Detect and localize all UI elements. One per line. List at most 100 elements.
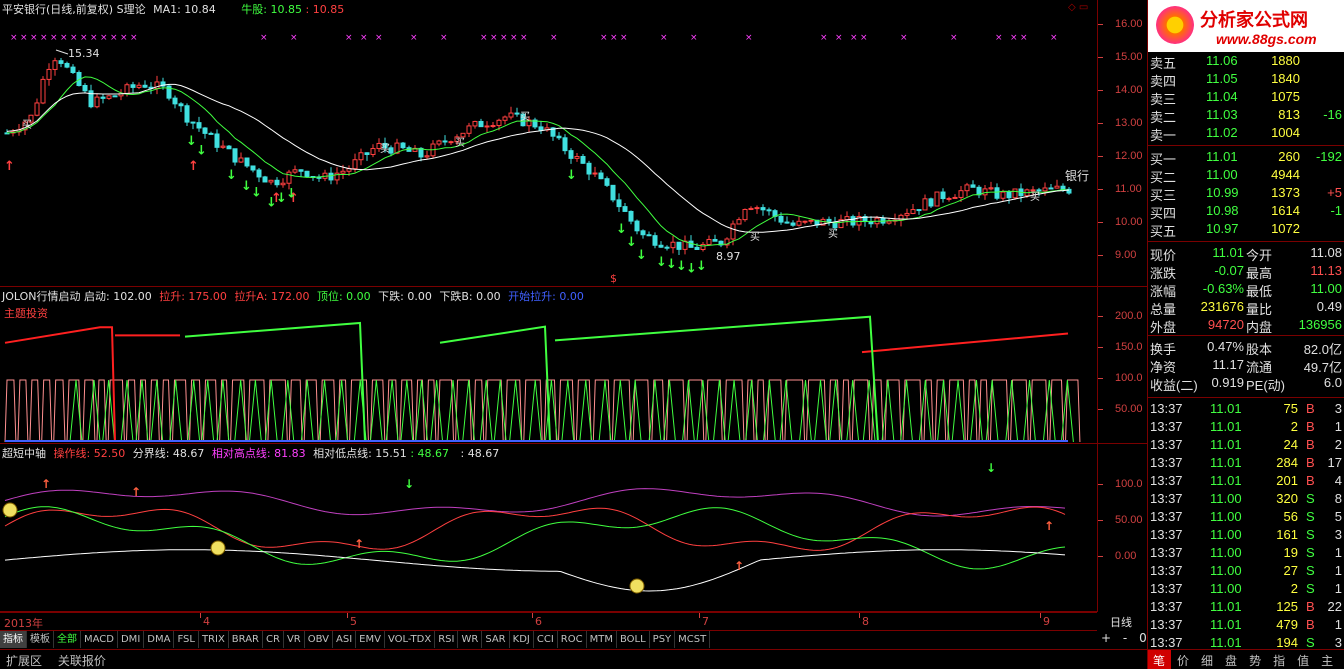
zoom-reset-button[interactable]: 0 bbox=[1139, 631, 1147, 645]
extension-area-tab[interactable]: 扩展区 bbox=[0, 650, 48, 669]
short-v1: : 48.67 bbox=[410, 447, 450, 460]
jolon-chart[interactable] bbox=[0, 287, 1097, 444]
indicator-tab[interactable]: MTM bbox=[587, 631, 617, 648]
tick-time: 13:37 bbox=[1150, 437, 1183, 452]
indicator-tab[interactable]: DMI bbox=[118, 631, 145, 648]
tick-time: 13:37 bbox=[1150, 635, 1183, 650]
book-chg: -1 bbox=[1330, 203, 1342, 218]
bid-row: 买四 10.98 1614 -1 bbox=[1148, 202, 1344, 221]
quote-value: 11.13 bbox=[1310, 263, 1342, 278]
window-icons[interactable]: ◇ ▭ bbox=[1068, 2, 1088, 13]
down-arrow-icon: ↓ bbox=[196, 143, 207, 158]
candle-body bbox=[910, 209, 916, 214]
indicator-tab[interactable]: TRIX bbox=[199, 631, 229, 648]
indicator-tab[interactable]: FSL bbox=[174, 631, 199, 648]
candle-body bbox=[292, 169, 298, 173]
zoom-controls[interactable]: + - 0 bbox=[1098, 631, 1147, 645]
month-label: 6 bbox=[535, 615, 542, 628]
indicator-tab[interactable]: 模板 bbox=[27, 631, 54, 648]
month-label: 4 bbox=[203, 615, 210, 628]
indicator-tab[interactable]: RSI bbox=[435, 631, 459, 648]
marker-x-icon: × bbox=[345, 33, 353, 43]
short-title: 超短中轴 bbox=[2, 447, 46, 460]
candle-body bbox=[778, 215, 784, 223]
quote-label: 外盘 bbox=[1150, 320, 1177, 335]
price-tick-label: 12.00 bbox=[1115, 150, 1143, 162]
indicator-tab[interactable]: CR bbox=[263, 631, 284, 648]
candle-body bbox=[352, 159, 358, 170]
tick-price: 11.01 bbox=[1210, 617, 1242, 632]
quote-value: 11.08 bbox=[1310, 245, 1342, 260]
indicator-tab[interactable]: BOLL bbox=[617, 631, 650, 648]
indicator-tab[interactable]: 指标 bbox=[0, 631, 27, 648]
indicator-tab[interactable]: MCST bbox=[675, 631, 711, 648]
indicator-tab[interactable]: MACD bbox=[81, 631, 118, 648]
tick-vol: 161 bbox=[1276, 527, 1298, 542]
marker-x-icon: × bbox=[70, 33, 78, 43]
zoom-out-button[interactable]: - bbox=[1123, 631, 1127, 645]
smiley-icon bbox=[2, 502, 18, 518]
price-tick-label: 13.00 bbox=[1115, 117, 1143, 129]
jolon-top: 顶位: 0.00 bbox=[316, 290, 371, 303]
indicator-tab[interactable]: VOL-TDX bbox=[385, 631, 436, 648]
indicator-tab[interactable]: BRAR bbox=[229, 631, 263, 648]
candle-body bbox=[256, 169, 262, 178]
bid-row: 买五 10.97 1072 bbox=[1148, 220, 1344, 239]
indicator-tab[interactable]: DMA bbox=[144, 631, 175, 648]
tick-vol: 19 bbox=[1283, 545, 1298, 560]
indicator-tab[interactable]: PSY bbox=[650, 631, 676, 648]
book-vol: 1614 bbox=[1271, 203, 1300, 218]
candle-body bbox=[844, 216, 850, 221]
jolon-header: JOLON行情启动 启动: 102.00 拉升: 175.00 拉升A: 172… bbox=[2, 288, 584, 304]
candle-body bbox=[424, 155, 430, 158]
month-tick bbox=[859, 613, 860, 618]
tick-time: 13:37 bbox=[1150, 545, 1183, 560]
price-chart[interactable]: × × × × × × × × × × × × × × × × × × × × × × × × × × × × × × × × × × × × × × × ×… bbox=[0, 0, 1097, 287]
up-arrow-icon: ↑ bbox=[131, 485, 141, 499]
flower-icon bbox=[1156, 6, 1194, 44]
candle-body bbox=[58, 60, 64, 64]
short-axis-chart[interactable]: ↑ ↑ ↑ ↑ ↑ ↓ ↓ bbox=[0, 444, 1097, 612]
indicator-tabs[interactable]: 指标 模板 全部 MACD DMI DMA FSL TRIX BRAR CR VR OBV ASI EMV… bbox=[0, 630, 1097, 648]
related-quotes-tab[interactable]: 关联报价 bbox=[52, 650, 112, 669]
indicator-tab[interactable]: VR bbox=[284, 631, 305, 648]
book-vol: 813 bbox=[1278, 107, 1300, 122]
quote-row: 涨幅 -0.63% 最低 11.00 bbox=[1148, 280, 1344, 299]
short-axis-indicator-pane[interactable]: ↑ ↑ ↑ ↑ ↑ ↓ ↓ 超短中轴 操作线: 52.50 分界线: 48.67 相对高点线… bbox=[0, 444, 1097, 612]
indicator-tab[interactable]: KDJ bbox=[510, 631, 534, 648]
zoom-in-button[interactable]: + bbox=[1101, 631, 1111, 645]
marker-x-icon: × bbox=[900, 33, 908, 43]
ma-line bbox=[6, 83, 1070, 233]
price-tick-label: 14.00 bbox=[1115, 84, 1143, 96]
price-chart-pane[interactable]: × × × × × × × × × × × × × × × × × × × × × × × × × × × × × × × × × × × × × × × ×… bbox=[0, 0, 1097, 287]
tick-count: 3 bbox=[1334, 527, 1342, 542]
buy-label: 买 bbox=[828, 228, 838, 240]
jolon-indicator-pane[interactable]: JOLON行情启动 启动: 102.00 拉升: 175.00 拉升A: 172… bbox=[0, 287, 1097, 444]
indicator-tab[interactable]: WR bbox=[458, 631, 483, 648]
candle-body bbox=[1036, 189, 1042, 192]
tick-side: B bbox=[1306, 599, 1315, 614]
marker-x-icon: × bbox=[500, 33, 508, 43]
indicator-tab[interactable]: ASI bbox=[333, 631, 357, 648]
indicator-tab[interactable]: OBV bbox=[305, 631, 333, 648]
quote-separator bbox=[1148, 397, 1344, 398]
month-label: 8 bbox=[862, 615, 869, 628]
indicator-tab[interactable]: EMV bbox=[356, 631, 385, 648]
period-label[interactable]: 日线 bbox=[1110, 614, 1132, 630]
marker-x-icon: × bbox=[50, 33, 58, 43]
indicator-tab[interactable]: 全部 bbox=[54, 631, 81, 648]
book-chg: -16 bbox=[1323, 107, 1342, 122]
jolon-tick-label: 200.0 bbox=[1115, 310, 1143, 322]
short-v2: : 48.67 bbox=[460, 447, 500, 460]
tick-time: 13:37 bbox=[1150, 563, 1183, 578]
candle-body bbox=[730, 223, 736, 240]
buy-label: 买 bbox=[455, 137, 465, 149]
candle-body bbox=[514, 112, 520, 115]
indicator-tab[interactable]: CCI bbox=[534, 631, 558, 648]
candle-body bbox=[472, 120, 478, 127]
candle-body bbox=[340, 170, 346, 174]
indicator-tab[interactable]: ROC bbox=[558, 631, 587, 648]
indicator-tab[interactable]: SAR bbox=[482, 631, 510, 648]
tick-price: 11.01 bbox=[1210, 437, 1242, 452]
candle-body bbox=[106, 95, 112, 99]
